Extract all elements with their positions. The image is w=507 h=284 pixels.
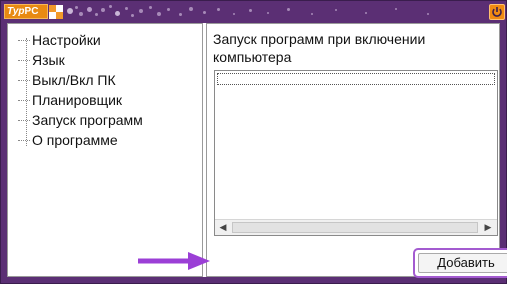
tree-item-autostart[interactable]: Запуск программ [16, 110, 143, 130]
nav-tree-panel: Настройки Язык Выкл/Вкл ПК Планировщик З… [7, 23, 203, 277]
tree-item-language[interactable]: Язык [16, 50, 143, 70]
add-button[interactable]: Добавить [418, 253, 507, 273]
decorative-dots [65, 4, 455, 20]
power-icon[interactable] [489, 4, 505, 20]
app-window: ТурPC Настройки Язык Выкл/Вкл ПК Планиро… [0, 0, 507, 284]
list-focus-row[interactable] [217, 73, 495, 85]
tree-item-power[interactable]: Выкл/Вкл ПК [16, 70, 143, 90]
panel-heading: Запуск программ при включении компьютера [213, 31, 426, 65]
tree-item-settings[interactable]: Настройки [16, 30, 143, 50]
tree-item-scheduler[interactable]: Планировщик [16, 90, 143, 110]
tree-item-about[interactable]: О программе [16, 130, 143, 150]
add-button-highlight: Добавить [413, 248, 507, 278]
arrow-right-icon [138, 252, 210, 270]
scroll-thumb[interactable] [232, 222, 478, 233]
scroll-right-icon[interactable]: ▶ [480, 220, 496, 235]
title-bar: ТурPC [1, 1, 506, 23]
horizontal-scrollbar[interactable]: ◀ ▶ [215, 219, 497, 235]
autostart-panel: Запуск программ при включении компьютера… [206, 23, 507, 278]
nav-tree: Настройки Язык Выкл/Вкл ПК Планировщик З… [16, 30, 143, 150]
scroll-left-icon[interactable]: ◀ [215, 220, 231, 235]
logo-prefix: Тур [7, 6, 25, 17]
program-list[interactable]: ◀ ▶ [214, 70, 498, 236]
checker-icon [49, 5, 63, 19]
logo-suffix: PC [24, 6, 39, 17]
content-area: Настройки Язык Выкл/Вкл ПК Планировщик З… [7, 23, 507, 278]
app-logo: ТурPC [4, 4, 48, 19]
